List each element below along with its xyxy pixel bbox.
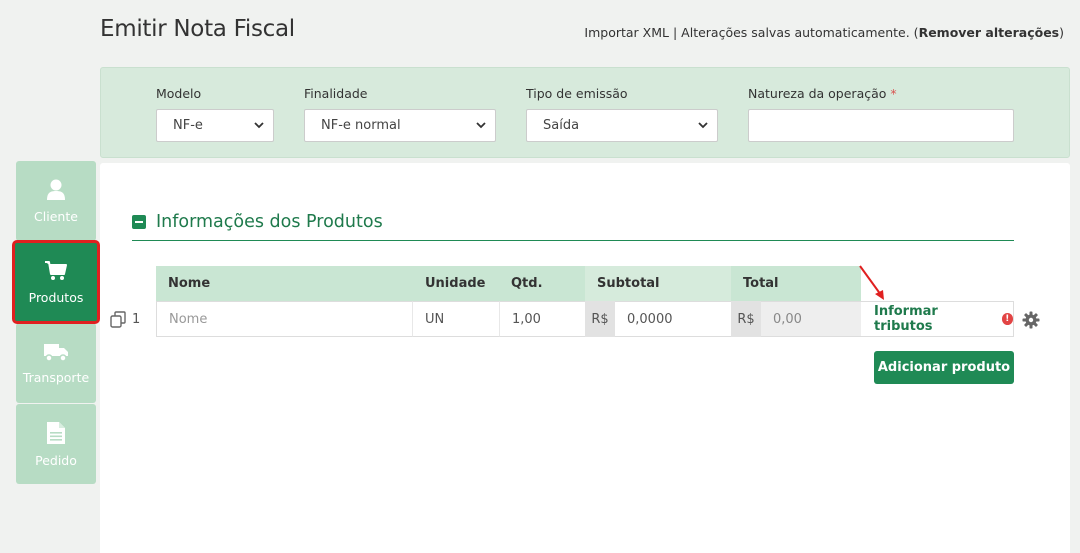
sidebar: Cliente Produtos Transporte Pedido [12, 161, 100, 485]
sidebar-item-label: Produtos [28, 289, 84, 305]
page-title: Emitir Nota Fiscal [100, 16, 295, 42]
tipo-emissao-label: Tipo de emissão [526, 86, 628, 101]
add-product-button[interactable]: Adicionar produto [874, 351, 1014, 384]
chevron-down-icon [698, 122, 708, 129]
qtd-input[interactable]: 1,00 [499, 301, 585, 337]
total-value: 0,00 [761, 301, 861, 337]
required-mark: * [890, 86, 897, 101]
informar-tributos-link[interactable]: Informar tributos ! [861, 301, 1014, 337]
copy-icon[interactable] [110, 311, 128, 328]
autosave-status: Alterações salvas automaticamente. ( [681, 25, 919, 40]
cart-icon [45, 260, 67, 280]
sidebar-item-label: Transporte [22, 369, 90, 385]
modelo-select[interactable]: NF-e [156, 109, 274, 142]
subtotal-currency: R$ [585, 301, 615, 337]
import-xml-link[interactable]: Importar XML [584, 25, 669, 40]
nome-input[interactable]: Nome [156, 301, 412, 337]
row-number: 1 [132, 312, 141, 327]
modelo-label: Modelo [156, 86, 202, 101]
tipo-emissao-value: Saída [543, 118, 580, 133]
sidebar-item-cliente[interactable]: Cliente [16, 161, 96, 241]
chevron-down-icon [254, 122, 264, 129]
sidebar-item-label: Cliente [34, 208, 78, 224]
subtotal-input[interactable]: 0,0000 [615, 301, 731, 337]
sidebar-item-produtos[interactable]: Produtos [12, 240, 100, 324]
row-index: 1 [110, 311, 140, 328]
close-paren: ) [1059, 25, 1064, 40]
col-header-total: Total [731, 266, 861, 301]
unidade-input[interactable]: UN [412, 301, 499, 337]
natureza-label: Natureza da operação * [748, 86, 897, 101]
col-header-unidade: Unidade [413, 266, 499, 301]
finalidade-value: NF-e normal [321, 118, 401, 133]
truck-icon [44, 343, 68, 362]
user-icon [47, 179, 65, 200]
header-form-panel: Modelo NF-e Finalidade NF-e normal Tipo … [100, 67, 1070, 158]
tipo-emissao-field: Tipo de emissão Saída [526, 86, 718, 142]
finalidade-field: Finalidade NF-e normal [304, 86, 496, 142]
natureza-input[interactable] [748, 109, 1014, 142]
link-separator: | [672, 25, 678, 40]
total-currency: R$ [731, 301, 761, 337]
finalidade-label: Finalidade [304, 86, 368, 101]
tipo-emissao-select[interactable]: Saída [526, 109, 718, 142]
products-section-header: Informações dos Produtos [132, 212, 1014, 241]
modelo-field: Modelo NF-e [156, 86, 274, 142]
sidebar-item-transporte[interactable]: Transporte [16, 323, 96, 403]
finalidade-select[interactable]: NF-e normal [304, 109, 496, 142]
document-icon [47, 421, 65, 444]
sidebar-item-pedido[interactable]: Pedido [16, 404, 96, 484]
remove-changes-link[interactable]: Remover alterações [919, 25, 1060, 40]
chevron-down-icon [476, 122, 486, 129]
warning-icon: ! [1001, 313, 1013, 325]
sidebar-item-label: Pedido [35, 452, 77, 468]
col-header-nome: Nome [156, 266, 413, 301]
tributos-label: Informar tributos [874, 304, 938, 334]
top-links: Importar XML | Alterações salvas automat… [584, 25, 1064, 40]
gear-icon[interactable] [1022, 311, 1040, 329]
modelo-value: NF-e [173, 118, 203, 133]
col-header-qtd: Qtd. [499, 266, 585, 301]
col-header-subtotal: Subtotal [585, 266, 731, 301]
section-title: Informações dos Produtos [156, 212, 383, 232]
natureza-field: Natureza da operação * [748, 86, 1014, 142]
annotation-arrow-icon [859, 265, 884, 300]
collapse-icon[interactable] [132, 215, 146, 229]
